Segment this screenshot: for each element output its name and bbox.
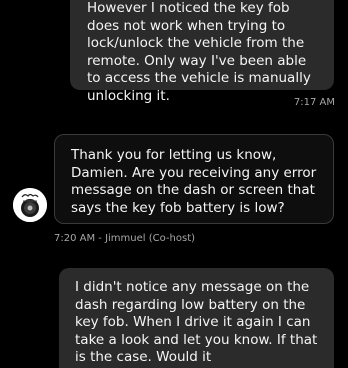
host-avatar-icon[interactable] bbox=[13, 188, 47, 222]
message-meta: 7:20 AM - Jimmuel (Co-host) bbox=[54, 233, 196, 244]
incoming-message-bubble: Thank you for letting us know, Damien. A… bbox=[54, 134, 334, 224]
message-timestamp: 7:17 AM bbox=[293, 97, 335, 108]
outgoing-message-bubble: I didn't notice any message on the dash … bbox=[59, 268, 334, 368]
message-text: I didn't notice any message on the dash … bbox=[75, 279, 318, 365]
message-text: Thank you for letting us know, Damien. A… bbox=[71, 147, 317, 216]
outgoing-message-bubble: However I noticed the key fob does not w… bbox=[70, 0, 334, 104]
message-text: However I noticed the key fob does not w… bbox=[87, 0, 311, 104]
